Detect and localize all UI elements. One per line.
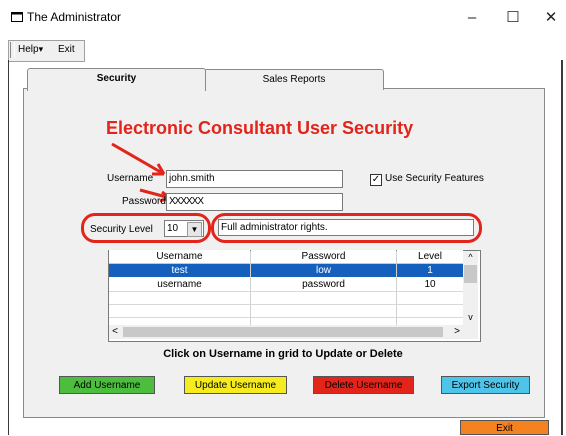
column-header-level[interactable]: Level — [397, 250, 463, 264]
exit-button[interactable]: Exit — [460, 420, 549, 435]
grid-divider — [109, 304, 463, 305]
cell-password[interactable]: password — [251, 278, 396, 291]
app-icon — [11, 12, 23, 22]
cell-level[interactable]: 10 — [397, 278, 463, 291]
use-security-checkbox[interactable]: ✓ — [370, 174, 382, 186]
password-field[interactable]: XXXXXX — [166, 193, 343, 211]
security-level-label: Security Level — [90, 224, 153, 235]
vertical-scrollbar[interactable]: ^ v — [463, 251, 478, 339]
toolbar-grip[interactable] — [10, 42, 15, 58]
window-border-right — [561, 60, 563, 435]
tab-sales-reports[interactable]: Sales Reports — [204, 69, 384, 90]
grid-divider — [250, 251, 251, 325]
scroll-down-icon[interactable]: v — [463, 311, 478, 324]
chevron-down-icon: ▾ — [38, 44, 44, 54]
scroll-thumb[interactable] — [464, 265, 477, 283]
security-level-description: Full administrator rights. — [218, 219, 474, 236]
update-username-button[interactable]: Update Username — [184, 376, 287, 394]
grid-divider — [109, 317, 463, 318]
page-title: Electronic Consultant User Security — [106, 118, 414, 138]
export-security-button[interactable]: Export Security — [441, 376, 530, 394]
security-level-value: 10 — [167, 223, 179, 234]
exit-menu[interactable]: Exit — [58, 44, 75, 55]
window-border-left — [8, 60, 9, 435]
username-field[interactable]: john.smith — [166, 170, 343, 188]
cell-username[interactable]: test — [109, 264, 250, 277]
help-menu[interactable]: Help▾ — [18, 44, 43, 55]
delete-username-button[interactable]: Delete Username — [313, 376, 414, 394]
grid-divider — [396, 251, 397, 325]
close-button[interactable]: ✕ — [536, 6, 566, 30]
maximize-button[interactable]: ☐ — [498, 6, 528, 30]
help-menu-label: Help — [18, 44, 39, 55]
use-security-label: Use Security Features — [385, 173, 484, 184]
username-label: Username — [107, 173, 154, 184]
column-header-password[interactable]: Password — [251, 250, 396, 264]
window-title: The Administrator — [27, 10, 122, 24]
add-username-button[interactable]: Add Username — [59, 376, 155, 394]
cell-username[interactable]: username — [109, 278, 250, 291]
scroll-up-icon[interactable]: ^ — [463, 251, 478, 264]
column-header-username[interactable]: Username — [109, 250, 250, 264]
grid-instruction: Click on Username in grid to Update or D… — [163, 348, 403, 360]
dropdown-arrow-icon[interactable]: ▼ — [187, 222, 202, 237]
scroll-thumb[interactable] — [123, 327, 443, 337]
horizontal-scrollbar[interactable]: < > — [109, 325, 463, 339]
scroll-right-icon[interactable]: > — [451, 325, 463, 339]
password-label: Password — [122, 196, 166, 207]
cell-password[interactable]: low — [251, 264, 396, 277]
minimize-button[interactable]: – — [457, 6, 487, 30]
grid-divider — [109, 291, 463, 292]
scroll-left-icon[interactable]: < — [109, 325, 121, 339]
tab-security[interactable]: Security — [27, 68, 206, 91]
security-level-select[interactable]: 10 ▼ — [164, 220, 204, 237]
cell-level[interactable]: 1 — [397, 264, 463, 277]
